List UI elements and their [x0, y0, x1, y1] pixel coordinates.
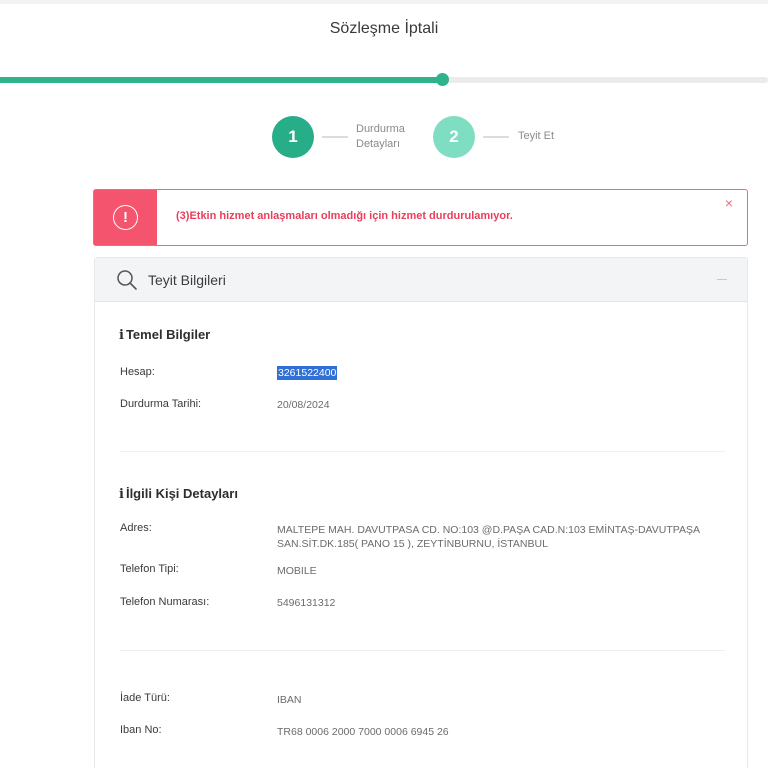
- address-value: MALTEPE MAH. DAVUTPASA CD. NO:103 @D.PAŞ…: [277, 523, 700, 551]
- divider: [120, 451, 725, 452]
- stop-date-label: Durdurma Tarihi:: [120, 398, 202, 410]
- step-2-circle[interactable]: 2: [433, 116, 475, 158]
- confirmation-card: Teyit Bilgileri i Temel Bilgiler Hesap: 3…: [94, 257, 748, 768]
- alert-icon-box: !: [94, 190, 157, 245]
- stop-date-value: 20/08/2024: [277, 399, 330, 411]
- info-icon: i: [119, 487, 124, 502]
- step-2-label: Teyit Et: [518, 130, 555, 142]
- collapse-icon[interactable]: [717, 279, 727, 280]
- phone-type-value: MOBILE: [277, 565, 317, 577]
- top-bar: [0, 0, 768, 4]
- alert-message: (3)Etkin hizmet anlaşmaları olmadığı içi…: [176, 210, 513, 222]
- search-icon: [117, 270, 137, 290]
- phone-number-value: 5496131312: [277, 597, 336, 609]
- progress-fill: [0, 77, 442, 83]
- contact-details-title-text: İlgili Kişi Detayları: [125, 486, 238, 501]
- basic-info-title-text: Temel Bilgiler: [125, 327, 211, 342]
- progress-knob: [436, 73, 449, 86]
- step-1-label-line2: Detayları: [356, 138, 401, 150]
- phone-type-label: Telefon Tipi:: [120, 563, 179, 575]
- step-1-label-line1: Durdurma: [356, 123, 405, 135]
- step-2-connector: [483, 136, 509, 138]
- address-label: Adres:: [120, 522, 152, 534]
- refund-type-label: İade Türü:: [120, 692, 170, 704]
- iban-label: Iban No:: [120, 724, 162, 736]
- info-icon: i: [119, 328, 124, 343]
- card-title: Teyit Bilgileri: [148, 272, 226, 288]
- step-1-label: Durdurma Detayları: [356, 122, 405, 152]
- divider: [120, 650, 725, 651]
- basic-info-title: i Temel Bilgiler: [119, 327, 210, 343]
- address-line2: SAN.SİT.DK.185( PANO 15 ), ZEYTİNBURNU, …: [277, 538, 548, 550]
- iban-value: TR68 0006 2000 7000 0006 6945 26: [277, 726, 449, 738]
- step-1-circle[interactable]: 1: [272, 116, 314, 158]
- error-alert: ! (3)Etkin hizmet anlaşmaları olmadığı i…: [93, 189, 748, 246]
- address-line1: MALTEPE MAH. DAVUTPASA CD. NO:103 @D.PAŞ…: [277, 524, 700, 536]
- page-title: Sözleşme İptali: [329, 20, 439, 37]
- close-icon[interactable]: ×: [725, 195, 733, 211]
- contact-details-title: i İlgili Kişi Detayları: [119, 486, 238, 502]
- step-1-connector: [322, 136, 348, 138]
- refund-type-value: IBAN: [277, 694, 302, 706]
- account-label: Hesap:: [120, 366, 155, 378]
- exclamation-icon: !: [113, 205, 138, 230]
- phone-number-label: Telefon Numarası:: [120, 596, 210, 608]
- account-value: 3261522400: [277, 366, 338, 380]
- card-header[interactable]: Teyit Bilgileri: [95, 258, 747, 302]
